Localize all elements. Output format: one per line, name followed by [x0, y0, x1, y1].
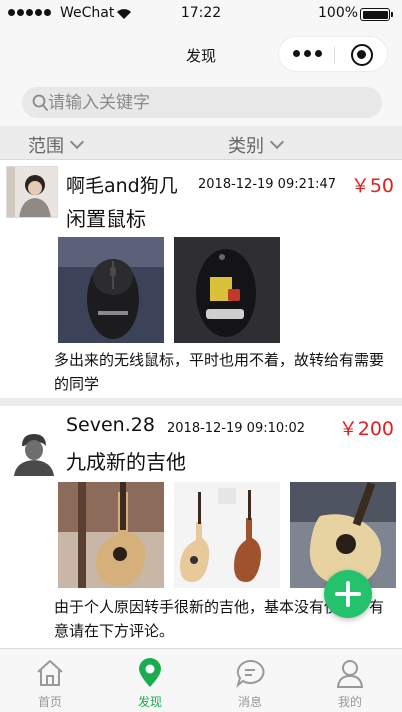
post-author[interactable]: 啊毛and狗几 [66, 171, 178, 198]
search-input[interactable] [48, 90, 368, 115]
filter-bar: 范围 类别 [0, 126, 402, 160]
chat-bubble-icon [236, 659, 265, 688]
person-icon [336, 660, 364, 688]
capsule-divider [334, 46, 335, 64]
status-bar: WeChat 17:22 100% [0, 0, 402, 28]
tab-label: 首页 [37, 695, 62, 709]
post-photos [58, 237, 280, 343]
scope-filter-label: 范围 [28, 136, 64, 157]
home-icon [37, 660, 63, 686]
tab-label: 发现 [137, 695, 162, 709]
post-divider [0, 398, 402, 406]
avatar[interactable] [6, 166, 58, 218]
search-bar [0, 80, 402, 126]
search-box[interactable] [22, 87, 382, 118]
post-photo[interactable] [58, 482, 164, 588]
post-price: ￥50 [350, 175, 394, 197]
mini-program-capsule [278, 36, 388, 72]
post-card[interactable]: 啊毛and狗几 2018-12-19 09:21:47 ￥50 闲置鼠标 多出来… [0, 160, 402, 398]
post-timestamp: 2018-12-19 09:10:02 [167, 421, 306, 436]
post-author[interactable]: Seven.28 [66, 414, 155, 436]
post-price: ￥200 [338, 418, 394, 440]
avatar[interactable] [6, 424, 58, 476]
search-icon [32, 94, 48, 111]
add-post-button[interactable] [324, 570, 372, 618]
post-description: 多出来的无线鼠标，平时也用不着，故转给有需要的同学 [54, 351, 385, 393]
tab-label: 消息 [237, 695, 262, 709]
tab-discover[interactable]: 发现 [120, 657, 180, 710]
post-photo[interactable] [174, 237, 280, 343]
post-title[interactable]: 九成新的吉他 [66, 446, 186, 475]
post-photo[interactable] [174, 482, 280, 588]
post-photo[interactable] [58, 237, 164, 343]
post-timestamp: 2018-12-19 09:21:47 [198, 177, 337, 192]
chevron-down-icon [69, 134, 85, 150]
tab-bar: 首页 发现 消息 我的 [0, 648, 402, 712]
battery-icon [360, 8, 393, 21]
tab-messages[interactable]: 消息 [220, 657, 280, 710]
navigation-bar: 发现 [0, 28, 402, 80]
post-title[interactable]: 闲置鼠标 [66, 203, 146, 232]
battery-percentage: 100% [318, 5, 359, 21]
close-mini-program-icon[interactable] [351, 44, 373, 66]
tab-label: 我的 [337, 695, 362, 709]
location-pin-icon [139, 658, 161, 687]
category-filter-label: 类别 [228, 136, 264, 157]
tab-home[interactable]: 首页 [20, 657, 80, 710]
tab-mine[interactable]: 我的 [320, 657, 380, 710]
more-options-icon[interactable] [293, 50, 322, 57]
chevron-down-icon [269, 134, 285, 150]
scope-filter-dropdown[interactable]: 范围 [28, 132, 85, 158]
category-filter-dropdown[interactable]: 类别 [228, 132, 285, 158]
